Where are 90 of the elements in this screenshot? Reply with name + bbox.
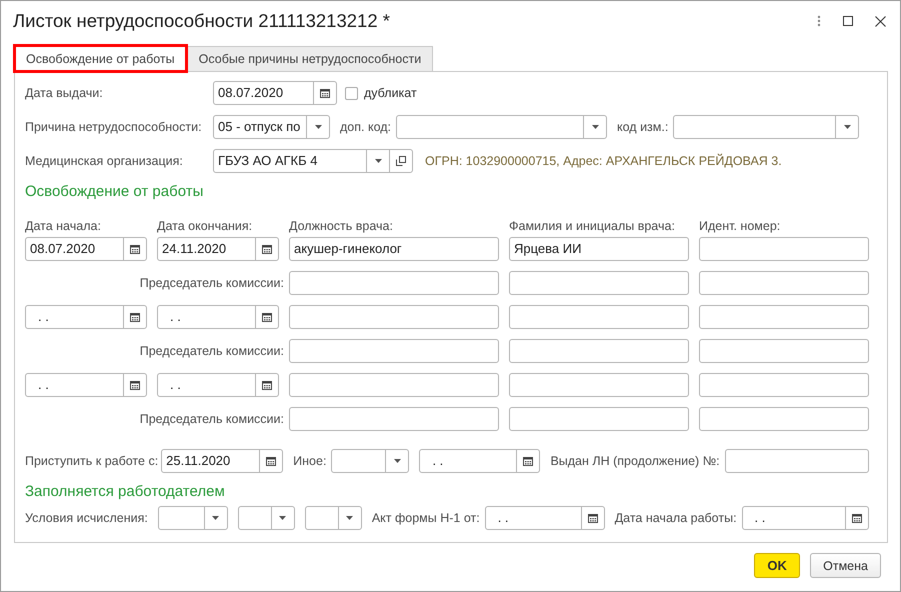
calendar-icon bbox=[262, 312, 272, 322]
tab[interactable]: Освобождение от работы bbox=[14, 45, 187, 72]
field-label: Председатель комиссии: bbox=[140, 276, 284, 290]
caret-icon bbox=[314, 125, 322, 129]
field-label: Дата начала работы: bbox=[614, 511, 737, 525]
calendar-icon bbox=[262, 244, 272, 254]
date-field[interactable]: 24.11.2020 bbox=[157, 237, 279, 261]
caret-icon bbox=[374, 159, 382, 163]
dropdown-field[interactable] bbox=[673, 115, 860, 139]
date-field[interactable]: . . bbox=[25, 305, 147, 329]
dropdown-field[interactable] bbox=[396, 115, 608, 139]
input-field[interactable] bbox=[509, 373, 689, 397]
caret-icon bbox=[279, 516, 286, 520]
section-title: Освобождение от работы bbox=[25, 183, 204, 202]
field-label: Выдан ЛН (продолжение) №: bbox=[550, 454, 720, 468]
field-label: Дата выдачи: bbox=[25, 86, 104, 100]
dropdown-field[interactable] bbox=[331, 449, 410, 473]
field-label: Причина нетрудоспособности: bbox=[25, 120, 203, 134]
calendar-icon bbox=[130, 244, 140, 254]
window-title: Листок нетрудоспособности 211113213212 * bbox=[13, 10, 391, 32]
cancel-button[interactable]: Отмена bbox=[810, 553, 881, 578]
input-field[interactable] bbox=[509, 339, 689, 363]
open-icon bbox=[396, 156, 406, 166]
caret-icon bbox=[592, 125, 599, 129]
field-label: Акт формы Н-1 от: bbox=[372, 511, 480, 525]
calendar-icon bbox=[588, 513, 598, 523]
calendar-icon bbox=[130, 380, 140, 390]
input-field[interactable] bbox=[699, 305, 869, 329]
input-field[interactable] bbox=[289, 271, 499, 295]
input-field[interactable] bbox=[289, 305, 499, 329]
calendar-icon bbox=[262, 380, 272, 390]
more-icon[interactable] bbox=[817, 15, 821, 27]
field-label: Председатель комиссии: bbox=[140, 344, 284, 358]
column-label: Дата начала: bbox=[25, 219, 102, 235]
field-label: Иное: bbox=[293, 454, 326, 468]
column-label: Фамилия и инициалы врача: bbox=[509, 219, 676, 235]
input-field[interactable]: акушер-гинеколог bbox=[289, 237, 499, 261]
date-field[interactable]: . . bbox=[157, 373, 279, 397]
section-title: Заполняется работодателем bbox=[25, 483, 226, 502]
input-field[interactable] bbox=[509, 271, 689, 295]
input-field[interactable] bbox=[509, 305, 689, 329]
field-label: Условия исчисления: bbox=[25, 511, 148, 525]
date-field[interactable]: 25.11.2020 bbox=[161, 449, 284, 473]
ok-button[interactable]: OK bbox=[754, 553, 800, 578]
dropdown-field[interactable]: 05 - отпуск по bbox=[213, 115, 330, 139]
date-field[interactable]: 08.07.2020 bbox=[25, 237, 147, 261]
input-field[interactable] bbox=[699, 407, 869, 431]
checkbox-label: дубликат bbox=[364, 86, 417, 100]
field-label: доп. код: bbox=[340, 120, 392, 134]
input-field[interactable] bbox=[699, 271, 869, 295]
close-icon[interactable] bbox=[875, 16, 886, 26]
calendar-icon bbox=[852, 513, 862, 523]
input-field[interactable] bbox=[724, 449, 869, 473]
input-field[interactable] bbox=[289, 373, 499, 397]
column-label: Должность врача: bbox=[289, 219, 394, 235]
date-field[interactable]: . . bbox=[484, 506, 605, 530]
field-label: Приступить к работе с: bbox=[25, 454, 158, 468]
caret-icon bbox=[212, 516, 220, 520]
organization-info: ОГРН: 1032900000715, Адрес: АРХАНГЕЛЬСК РЕЙДОВАЯ 3. bbox=[425, 154, 782, 168]
dropdown-field[interactable] bbox=[304, 506, 362, 530]
date-field[interactable]: . . bbox=[157, 305, 279, 329]
input-field[interactable] bbox=[289, 407, 499, 431]
input-field[interactable] bbox=[699, 237, 869, 261]
caret-icon bbox=[844, 125, 851, 129]
field-label: код изм.: bbox=[617, 120, 668, 134]
input-field[interactable] bbox=[289, 339, 499, 363]
input-field[interactable]: Ярцева ИИ bbox=[509, 237, 689, 261]
dropdown-field[interactable] bbox=[158, 506, 228, 530]
calendar-icon bbox=[130, 312, 140, 322]
caret-icon bbox=[394, 459, 401, 463]
input-field[interactable] bbox=[699, 373, 869, 397]
tab[interactable]: Особые причины нетрудоспособности bbox=[186, 46, 434, 71]
date-field[interactable]: . . bbox=[419, 449, 540, 473]
caret-icon bbox=[346, 516, 354, 520]
input-field[interactable] bbox=[699, 339, 869, 363]
calendar-icon bbox=[523, 456, 534, 466]
calendar-icon bbox=[320, 88, 330, 98]
column-label: Идент. номер: bbox=[699, 219, 782, 235]
input-field[interactable] bbox=[509, 407, 689, 431]
dropdown-field[interactable]: ГБУЗ АО АГКБ 4 bbox=[213, 149, 413, 173]
checkbox[interactable] bbox=[345, 86, 358, 100]
field-label: Председатель комиссии: bbox=[140, 412, 284, 426]
dropdown-field[interactable] bbox=[238, 506, 295, 530]
date-field[interactable]: 08.07.2020 bbox=[213, 81, 337, 105]
field-label: Медицинская организация: bbox=[25, 154, 184, 168]
date-field[interactable]: . . bbox=[742, 506, 869, 530]
calendar-icon bbox=[266, 456, 276, 466]
date-field[interactable]: . . bbox=[25, 373, 147, 397]
maximize-icon[interactable] bbox=[843, 16, 853, 26]
column-label: Дата окончания: bbox=[157, 219, 254, 235]
